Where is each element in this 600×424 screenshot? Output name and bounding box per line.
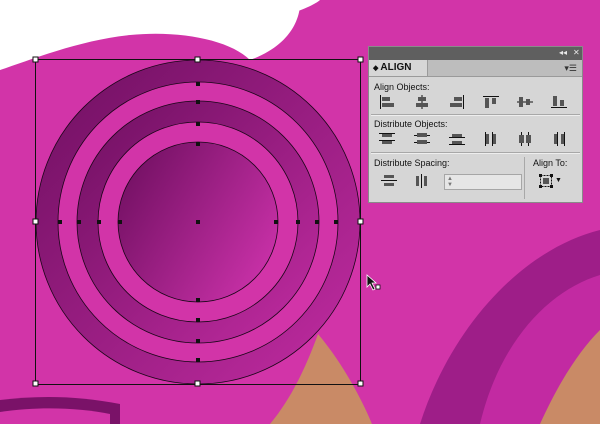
spinner-arrows-icon[interactable]: ▲ ▼ — [447, 176, 456, 188]
distribute-spacing-label: Distribute Spacing: — [374, 158, 450, 168]
distribute-horizontal-center-icon — [519, 132, 531, 146]
distribute-vertical-center-button[interactable] — [413, 131, 431, 147]
align-to-selection-icon — [539, 174, 553, 188]
distribute-horizontal-space-icon — [416, 174, 427, 188]
vertical-separator — [524, 157, 525, 199]
distribute-right-icon — [554, 132, 565, 146]
tab-expand-icon[interactable]: ◆ — [373, 65, 378, 72]
distribute-left-icon — [485, 132, 496, 146]
distribute-horizontal-space-button[interactable] — [413, 173, 431, 189]
align-right-button[interactable] — [448, 94, 466, 110]
distribute-top-button[interactable] — [378, 131, 396, 147]
distribute-left-button[interactable] — [482, 131, 500, 147]
align-vertical-center-button[interactable] — [516, 94, 534, 110]
panel-tab-row: ◆ ALIGN ▾☰ — [369, 60, 582, 77]
align-top-icon — [483, 96, 499, 108]
align-right-icon — [450, 95, 464, 109]
distribute-vertical-space-button[interactable] — [380, 173, 398, 189]
distribute-horizontal-center-button[interactable] — [516, 131, 534, 147]
section-divider — [371, 152, 580, 154]
align-panel: ◂◂ ✕ ◆ ALIGN ▾☰ Align Objects: Distribute… — [368, 46, 583, 203]
close-icon[interactable]: ✕ — [573, 48, 580, 58]
align-bottom-icon — [551, 96, 567, 108]
align-horizontal-center-icon — [416, 95, 428, 109]
tab-align[interactable]: ◆ ALIGN — [369, 60, 428, 76]
chevron-down-icon[interactable]: ▼ — [555, 177, 562, 184]
distribute-top-icon — [379, 133, 395, 144]
align-bottom-button[interactable] — [550, 94, 568, 110]
panel-titlebar[interactable]: ◂◂ ✕ — [369, 47, 582, 60]
align-to-label: Align To: — [533, 158, 568, 168]
distribute-right-button[interactable] — [550, 131, 568, 147]
tab-align-label: ALIGN — [380, 62, 412, 73]
distribute-vertical-center-icon — [414, 133, 430, 144]
spacing-input[interactable]: ▲ ▼ — [444, 174, 522, 190]
align-to-dropdown[interactable] — [539, 174, 553, 188]
align-top-button[interactable] — [482, 94, 500, 110]
align-left-icon — [380, 95, 394, 109]
distribute-bottom-icon — [449, 134, 465, 145]
distribute-vertical-space-icon — [381, 175, 397, 186]
collapse-icon[interactable]: ◂◂ — [559, 48, 567, 58]
align-left-button[interactable] — [378, 94, 396, 110]
align-vertical-center-icon — [517, 97, 533, 107]
align-horizontal-center-button[interactable] — [413, 94, 431, 110]
section-divider — [371, 114, 580, 116]
mouse-cursor-icon — [366, 274, 381, 291]
align-objects-label: Align Objects: — [374, 82, 430, 92]
panel-menu-icon[interactable]: ▾☰ — [564, 61, 577, 75]
distribute-bottom-button[interactable] — [448, 131, 466, 147]
distribute-objects-label: Distribute Objects: — [374, 119, 448, 129]
